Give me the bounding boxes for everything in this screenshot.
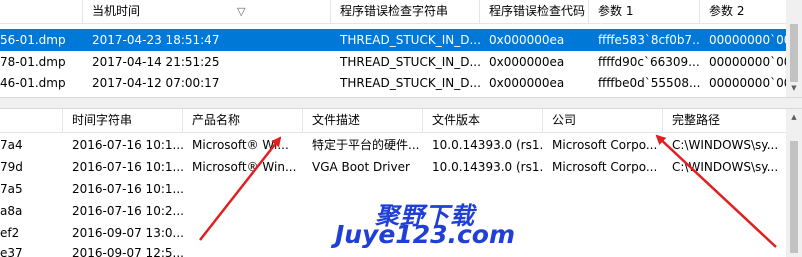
dump-param-2: 00000000`00 (709, 33, 786, 47)
dump-bug-check-code: 0x000000ea (489, 76, 565, 90)
pane-splitter[interactable] (0, 97, 802, 109)
driver-name: e37 (0, 246, 23, 257)
column-header-product-name[interactable]: 产品名称 (183, 109, 303, 132)
driver-product-name: Microsoft® Wi... (192, 138, 289, 152)
driver-time-string: 2016-09-07 13:0... (72, 226, 183, 240)
driver-file-description: VGA Boot Driver (312, 160, 410, 174)
dump-filename: 78-01.dmp (0, 55, 66, 69)
dump-crash-time: 2017-04-23 18:51:47 (92, 33, 220, 47)
dump-bug-check-string: THREAD_STUCK_IN_D... (340, 76, 480, 90)
column-header-full-path[interactable]: 完整路径 (663, 109, 786, 132)
dump-bug-check-code: 0x000000ea (489, 33, 565, 47)
driver-name: a8a (0, 204, 23, 218)
driver-file-version: 10.0.14393.0 (rs1... (432, 160, 543, 174)
driver-full-path: C:\WINDOWS\sy... (672, 138, 779, 152)
driver-time-string: 2016-07-16 10:1... (72, 160, 183, 174)
driver-time-string: 2016-07-16 10:1... (72, 138, 183, 152)
dump-param-2: 00000000`00 (709, 55, 786, 69)
dump-list-pane: 当机时间 ▽ 程序错误检查字符串 程序错误检查代码 参数 1 参数 2 56-0… (0, 0, 786, 97)
column-header-crash-time-label: 当机时间 (92, 4, 141, 18)
dump-param-2: 00000000`00 (709, 76, 786, 90)
column-header-time-string[interactable]: 时间字符串 (63, 109, 183, 132)
driver-name: ef2 (0, 226, 20, 240)
column-header-filename[interactable] (0, 0, 83, 23)
driver-company: Microsoft Corpo... (552, 138, 658, 152)
driver-time-string: 2016-07-16 10:2... (72, 204, 183, 218)
sort-descending-icon: ▽ (237, 5, 246, 18)
driver-full-path: C:\WINDOWS\sy... (672, 160, 779, 174)
dump-filename: 46-01.dmp (0, 76, 66, 90)
driver-name: 7a5 (0, 182, 23, 196)
dump-list-scroll-thumb[interactable] (790, 24, 798, 82)
column-header-param-2[interactable]: 参数 2 (700, 0, 786, 23)
scroll-up-arrow-icon[interactable]: ▲ (786, 113, 802, 121)
driver-time-string: 2016-07-16 10:1... (72, 182, 183, 196)
dump-list-scrollbar[interactable]: ▼ (786, 0, 802, 97)
driver-list-scrollbar[interactable]: ▲ (786, 109, 802, 257)
driver-product-name: Microsoft® Win... (192, 160, 297, 174)
column-header-crash-time[interactable]: 当机时间 ▽ (83, 0, 331, 23)
dump-row[interactable]: 46-01.dmp 2017-04-12 07:00:17 THREAD_STU… (0, 72, 786, 94)
driver-time-string: 2016-09-07 12:5... (72, 246, 183, 257)
driver-list-header: 时间字符串 产品名称 文件描述 文件版本 公司 完整路径 (0, 109, 786, 133)
driver-company: Microsoft Corpo... (552, 160, 658, 174)
dump-crash-time: 2017-04-14 21:51:25 (92, 55, 220, 69)
driver-name: 79d (0, 160, 23, 174)
driver-row[interactable]: 7a4 2016-07-16 10:1... Microsoft® Wi... … (0, 134, 786, 156)
column-header-company[interactable]: 公司 (543, 109, 663, 132)
dump-filename: 56-01.dmp (0, 33, 66, 47)
driver-name: 7a4 (0, 138, 23, 152)
dump-row-selected[interactable]: 56-01.dmp 2017-04-23 18:51:47 THREAD_STU… (0, 29, 786, 51)
dump-bug-check-string: THREAD_STUCK_IN_D... (340, 55, 480, 69)
scroll-down-arrow-icon[interactable]: ▼ (786, 84, 802, 92)
dump-row[interactable]: 78-01.dmp 2017-04-14 21:51:25 THREAD_STU… (0, 51, 786, 73)
driver-row[interactable]: 79d 2016-07-16 10:1... Microsoft® Win...… (0, 156, 786, 178)
driver-file-description: 特定于平台的硬件... (312, 138, 420, 152)
column-header-bug-check-code[interactable]: 程序错误检查代码 (480, 0, 589, 23)
driver-list-scroll-thumb[interactable] (790, 141, 798, 253)
dump-param-1: ffffe583`8cf0b7... (598, 33, 700, 47)
column-header-bug-check-string[interactable]: 程序错误检查字符串 (331, 0, 480, 23)
driver-file-version: 10.0.14393.0 (rs1... (432, 138, 543, 152)
dump-bug-check-code: 0x000000ea (489, 55, 565, 69)
column-header-param-1[interactable]: 参数 1 (589, 0, 700, 23)
dump-param-1: ffffbe0d`55508... (598, 76, 700, 90)
dump-param-1: ffffd90c`66309... (598, 55, 700, 69)
column-header-file-description[interactable]: 文件描述 (303, 109, 423, 132)
column-header-file-version[interactable]: 文件版本 (423, 109, 543, 132)
dump-crash-time: 2017-04-12 07:00:17 (92, 76, 220, 90)
watermark-url: Juye123.com (334, 220, 516, 249)
dump-list-header: 当机时间 ▽ 程序错误检查字符串 程序错误检查代码 参数 1 参数 2 (0, 0, 786, 24)
dump-bug-check-string: THREAD_STUCK_IN_D... (340, 33, 480, 47)
column-header-driver-name[interactable] (0, 109, 63, 132)
